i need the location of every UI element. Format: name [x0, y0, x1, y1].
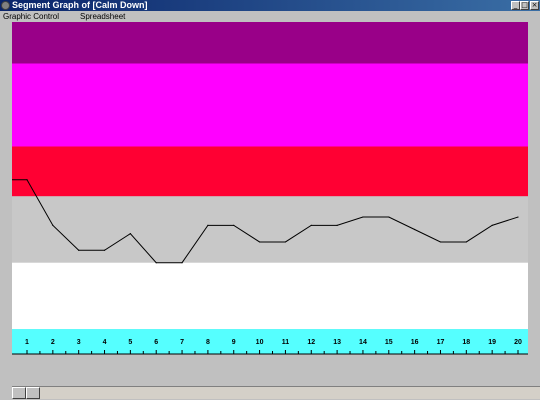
data-point-7 — [181, 262, 183, 264]
x-tick-label-13: 13 — [333, 339, 341, 346]
data-point-2 — [52, 224, 54, 226]
x-tick-label-4: 4 — [103, 339, 107, 346]
x-tick-label-16: 16 — [411, 339, 419, 346]
horizontal-scrollbar[interactable] — [12, 386, 540, 399]
data-point-3 — [78, 249, 80, 251]
scroll-thumb[interactable] — [26, 387, 40, 399]
data-point-4 — [103, 249, 106, 251]
x-tick-label-17: 17 — [437, 339, 445, 346]
x-tick-label-6: 6 — [154, 339, 158, 346]
data-point-1 — [26, 179, 28, 181]
data-point-10 — [258, 241, 261, 243]
x-tick-label-7: 7 — [180, 339, 184, 346]
x-tick-label-11: 11 — [282, 339, 290, 346]
x-tick-label-10: 10 — [256, 339, 264, 346]
x-tick-label-9: 9 — [232, 339, 236, 346]
data-point-15 — [388, 216, 390, 218]
band-4 — [12, 196, 528, 263]
data-point-18 — [465, 241, 467, 243]
data-point-12 — [310, 224, 312, 226]
band-6 — [12, 329, 528, 354]
data-point-19 — [491, 224, 493, 226]
x-tick-label-19: 19 — [488, 339, 496, 346]
data-point-11 — [284, 241, 287, 243]
scroll-left-arrow[interactable] — [12, 387, 26, 399]
data-point-13 — [336, 224, 338, 226]
x-tick-label-8: 8 — [206, 339, 210, 346]
segment-graph: 1 2 3 4 5 6 7 8 9 10 11 12 13 14 15 16 17 18 19 20 — [12, 22, 528, 355]
band-3 — [12, 146, 528, 197]
data-point-5 — [129, 233, 131, 235]
data-point-6 — [155, 262, 157, 264]
x-tick-label-3: 3 — [77, 339, 81, 346]
data-point-8 — [207, 224, 209, 226]
x-tick-label-2: 2 — [51, 339, 55, 346]
band-2 — [12, 63, 528, 147]
band-1 — [12, 22, 528, 64]
data-point-14 — [362, 216, 364, 218]
x-tick-label-1: 1 — [25, 339, 29, 346]
x-tick-label-15: 15 — [385, 339, 393, 346]
x-tick-label-14: 14 — [359, 339, 367, 346]
x-tick-label-20: 20 — [514, 339, 522, 346]
data-point-20 — [517, 216, 519, 218]
data-point-16 — [414, 228, 416, 231]
scroll-track[interactable] — [12, 386, 540, 399]
x-tick-label-5: 5 — [128, 339, 132, 346]
x-tick-label-18: 18 — [462, 339, 470, 346]
x-tick-label-12: 12 — [307, 339, 315, 346]
band-5 — [12, 262, 528, 330]
data-point-9 — [233, 224, 235, 226]
data-point-17 — [439, 241, 442, 243]
